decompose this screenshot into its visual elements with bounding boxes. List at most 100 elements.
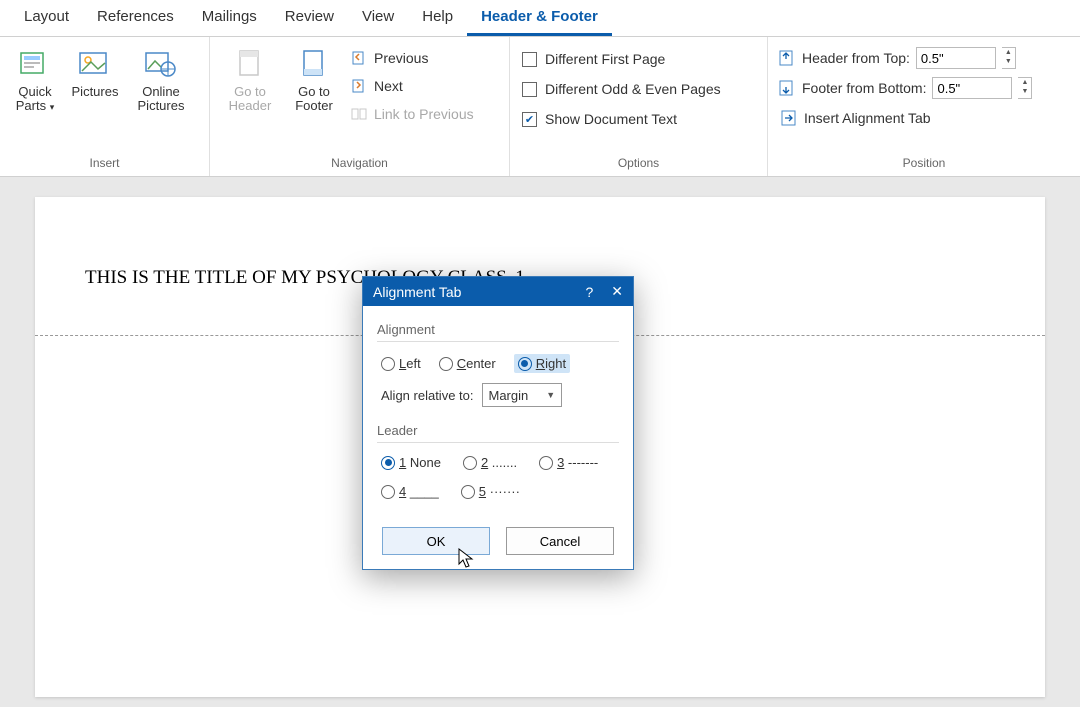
alignment-right-radio[interactable]: Right — [514, 354, 570, 373]
tab-layout[interactable]: Layout — [10, 0, 83, 36]
pictures-icon — [78, 47, 112, 81]
ribbon-tabs: Layout References Mailings Review View H… — [0, 0, 1080, 37]
dialog-title: Alignment Tab — [373, 284, 461, 300]
online-pictures-icon — [144, 47, 178, 81]
tab-references[interactable]: References — [83, 0, 188, 36]
group-insert-label: Insert — [10, 154, 199, 174]
dialog-help-button[interactable]: ? — [585, 284, 593, 300]
group-navigation-label: Navigation — [220, 154, 499, 174]
radio-icon — [463, 456, 477, 470]
insert-alignment-tab-icon — [780, 109, 798, 127]
online-pictures-button[interactable]: Online Pictures — [130, 43, 192, 118]
tab-header-footer[interactable]: Header & Footer — [467, 0, 612, 36]
alignment-center-label: Center — [457, 356, 496, 371]
footer-from-bottom-icon — [778, 79, 796, 97]
different-first-page-checkbox[interactable]: Different First Page — [520, 47, 667, 71]
next-button[interactable]: Next — [348, 73, 476, 99]
footer-from-bottom-spinner[interactable]: ▲▼ — [1018, 77, 1032, 99]
next-label: Next — [374, 78, 403, 94]
ok-button[interactable]: OK — [382, 527, 490, 555]
alignment-tab-dialog: Alignment Tab ? ✕ Alignment Left Center … — [362, 276, 634, 570]
group-insert: Quick Parts ▾ Pictures Online Pictures I… — [0, 37, 210, 176]
radio-selected-icon — [518, 357, 532, 371]
pictures-button[interactable]: Pictures — [66, 43, 124, 103]
quick-parts-label: Quick Parts ▾ — [12, 85, 58, 114]
footer-from-bottom-row: Footer from Bottom: ▲▼ — [778, 75, 1032, 101]
leader-4-label: 4 ____ — [399, 484, 439, 499]
footer-from-bottom-input[interactable] — [932, 77, 1012, 99]
online-pictures-label: Online Pictures — [132, 85, 190, 114]
go-to-header-button: Go to Header — [220, 43, 280, 118]
align-relative-label: Align relative to: — [381, 388, 474, 403]
footer-from-bottom-label: Footer from Bottom: — [802, 80, 926, 96]
alignment-group-label: Alignment — [377, 322, 619, 337]
radio-selected-icon — [381, 456, 395, 470]
radio-icon — [461, 485, 475, 499]
align-relative-value: Margin — [489, 388, 529, 403]
tab-mailings[interactable]: Mailings — [188, 0, 271, 36]
group-position-label: Position — [778, 154, 1070, 174]
dialog-close-button[interactable]: ✕ — [611, 283, 623, 300]
quick-parts-button[interactable]: Quick Parts ▾ — [10, 43, 60, 118]
leader-5-label: 5 ······· — [479, 484, 520, 499]
leader-2-radio[interactable]: 2 ....... — [463, 455, 517, 470]
align-relative-combo[interactable]: Margin ▼ — [482, 383, 563, 407]
show-document-text-checkbox[interactable]: ✔ Show Document Text — [520, 107, 679, 131]
group-options-label: Options — [520, 154, 757, 174]
alignment-right-label: Right — [536, 356, 566, 371]
header-from-top-icon — [778, 49, 796, 67]
alignment-left-radio[interactable]: Left — [381, 356, 421, 371]
leader-4-radio[interactable]: 4 ____ — [381, 484, 439, 499]
link-to-previous-icon — [350, 105, 368, 123]
link-to-previous-label: Link to Previous — [374, 106, 474, 122]
checkbox-icon — [522, 82, 537, 97]
go-to-header-icon — [233, 47, 267, 81]
quick-parts-icon — [18, 47, 52, 81]
chevron-down-icon: ▼ — [546, 390, 555, 400]
tab-view[interactable]: View — [348, 0, 408, 36]
leader-1-label: 1 None — [399, 455, 441, 470]
alignment-center-radio[interactable]: Center — [439, 356, 496, 371]
radio-icon — [381, 485, 395, 499]
link-to-previous-button: Link to Previous — [348, 101, 476, 127]
cancel-button[interactable]: Cancel — [506, 527, 614, 555]
different-odd-even-label: Different Odd & Even Pages — [545, 81, 721, 97]
radio-icon — [381, 357, 395, 371]
next-icon — [350, 77, 368, 95]
header-from-top-label: Header from Top: — [802, 50, 910, 66]
group-position: Header from Top: ▲▼ Footer from Bottom: … — [768, 37, 1080, 176]
leader-2-label: 2 ....... — [481, 455, 517, 470]
leader-1-radio[interactable]: 1 None — [381, 455, 441, 470]
go-to-header-label: Go to Header — [222, 85, 278, 114]
insert-alignment-tab-button[interactable]: Insert Alignment Tab — [778, 105, 933, 131]
previous-icon — [350, 49, 368, 67]
go-to-footer-icon — [297, 47, 331, 81]
header-from-top-input[interactable] — [916, 47, 996, 69]
previous-button[interactable]: Previous — [348, 45, 476, 71]
show-document-text-label: Show Document Text — [545, 111, 677, 127]
different-first-page-label: Different First Page — [545, 51, 665, 67]
header-from-top-row: Header from Top: ▲▼ — [778, 45, 1016, 71]
leader-5-radio[interactable]: 5 ······· — [461, 484, 520, 499]
different-odd-even-checkbox[interactable]: Different Odd & Even Pages — [520, 77, 723, 101]
header-from-top-spinner[interactable]: ▲▼ — [1002, 47, 1016, 69]
dialog-titlebar[interactable]: Alignment Tab ? ✕ — [363, 277, 633, 306]
leader-3-radio[interactable]: 3 ------- — [539, 455, 598, 470]
radio-icon — [539, 456, 553, 470]
group-options: Different First Page Different Odd & Eve… — [510, 37, 768, 176]
leader-3-label: 3 ------- — [557, 455, 598, 470]
tab-review[interactable]: Review — [271, 0, 348, 36]
ribbon: Quick Parts ▾ Pictures Online Pictures I… — [0, 37, 1080, 177]
previous-label: Previous — [374, 50, 428, 66]
checkbox-checked-icon: ✔ — [522, 112, 537, 127]
group-navigation: Go to Header Go to Footer Previous Next — [210, 37, 510, 176]
pictures-label: Pictures — [72, 85, 119, 99]
leader-group-label: Leader — [377, 423, 619, 438]
checkbox-icon — [522, 52, 537, 67]
alignment-left-label: Left — [399, 356, 421, 371]
go-to-footer-button[interactable]: Go to Footer — [286, 43, 342, 118]
insert-alignment-tab-label: Insert Alignment Tab — [804, 110, 931, 126]
radio-icon — [439, 357, 453, 371]
go-to-footer-label: Go to Footer — [288, 85, 340, 114]
tab-help[interactable]: Help — [408, 0, 467, 36]
